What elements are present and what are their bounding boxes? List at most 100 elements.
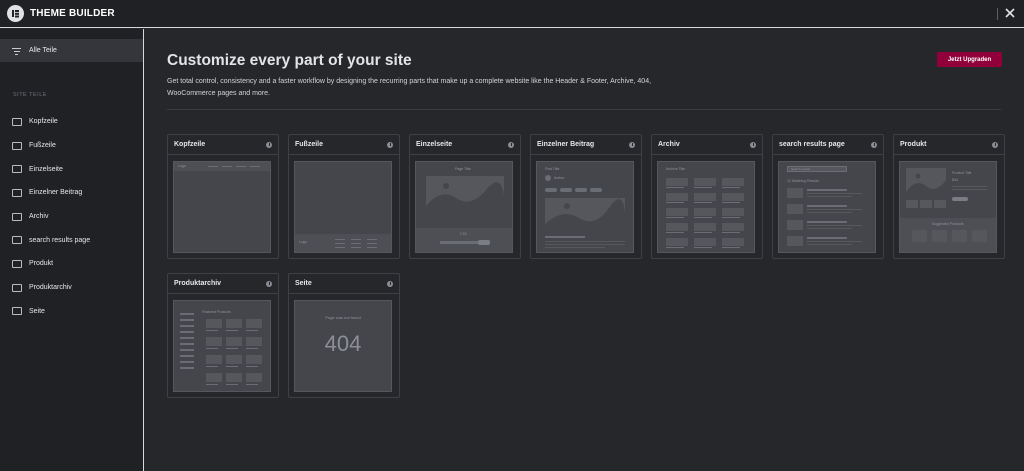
sidebar-item-label: Archiv xyxy=(29,213,49,221)
thumb-block xyxy=(206,337,222,346)
card-product[interactable]: Produkt Product Title $44 Suggested Prod… xyxy=(893,134,1005,259)
thumb-logo-text: Logo xyxy=(299,240,307,244)
thumb-block xyxy=(694,187,712,188)
thumb-block xyxy=(226,366,238,367)
info-icon[interactable] xyxy=(750,141,756,148)
sidebar-item-footer[interactable]: Fußzeile xyxy=(0,134,143,158)
thumb-block xyxy=(912,230,927,242)
thumb-block xyxy=(972,230,987,242)
thumb-block xyxy=(722,178,744,186)
card-single-page[interactable]: Einzelseite Page Title CTA xyxy=(409,134,521,259)
sidebar-item-product[interactable]: Produkt xyxy=(0,252,143,276)
info-icon[interactable] xyxy=(266,141,272,148)
sidebar-item-all-parts[interactable]: Alle Teile xyxy=(0,39,143,62)
thumb-block xyxy=(666,232,684,233)
thumb-block xyxy=(226,384,238,385)
info-icon[interactable] xyxy=(508,141,514,148)
thumb-block xyxy=(226,355,242,364)
thumb-block xyxy=(246,348,258,349)
card-title: Seite xyxy=(295,280,312,287)
info-icon[interactable] xyxy=(992,141,998,148)
card-page[interactable]: Seite Page was not found 404 xyxy=(288,273,400,398)
upgrade-button[interactable]: Jetzt Upgraden xyxy=(937,52,1002,67)
thumb-block xyxy=(722,223,744,231)
sidebar-item-header[interactable]: Kopfzeile xyxy=(0,110,143,134)
thumb-block xyxy=(722,202,740,203)
thumb-block xyxy=(666,223,688,231)
thumb-image-placeholder xyxy=(426,176,504,214)
thumb-block xyxy=(694,238,716,246)
sidebar-item-label: Seite xyxy=(29,307,45,315)
thumb-block xyxy=(694,178,716,186)
thumb-block xyxy=(932,230,947,242)
card-title: Produkt xyxy=(900,141,927,148)
thumb-block xyxy=(206,348,218,349)
card-footer[interactable]: Fußzeile Logo xyxy=(288,134,400,259)
close-icon[interactable] xyxy=(1003,6,1017,20)
thumb-block xyxy=(206,373,222,382)
card-product-archive[interactable]: Produktarchiv Featured Products xyxy=(167,273,279,398)
thumb-block xyxy=(206,319,222,328)
info-icon[interactable] xyxy=(629,141,635,148)
info-icon[interactable] xyxy=(387,141,393,148)
search-results-icon xyxy=(12,236,22,245)
thumb-block xyxy=(246,337,262,346)
thumb-block xyxy=(666,193,688,201)
thumb-block xyxy=(722,247,740,248)
card-archive[interactable]: Archiv Archive Title xyxy=(651,134,763,259)
sidebar-item-label: Einzelseite xyxy=(29,165,63,173)
sidebar-item-archive[interactable]: Archiv xyxy=(0,205,143,229)
sidebar-list: Kopfzeile Fußzeile Einzelseite Einzelner… xyxy=(0,110,143,323)
thumb-block xyxy=(722,208,744,216)
card-title: Archiv xyxy=(658,141,680,148)
archive-icon xyxy=(12,212,22,221)
thumb-block xyxy=(180,325,194,327)
thumb-block xyxy=(246,355,262,364)
elementor-logo-icon xyxy=(7,5,24,22)
sidebar-item-label: search results page xyxy=(29,236,91,244)
thumb-block xyxy=(787,188,803,198)
thumb-matching-text: 12 Matching Results xyxy=(787,179,819,183)
thumb-block xyxy=(226,337,242,346)
sidebar-item-label: Alle Teile xyxy=(29,47,57,54)
thumb-block xyxy=(807,221,847,223)
thumb-block xyxy=(180,319,194,321)
card-search-results[interactable]: search results page Search results 12 Ma… xyxy=(772,134,884,259)
info-icon[interactable] xyxy=(266,280,272,287)
sidebar-item-label: Produkt xyxy=(29,260,54,268)
footer-icon xyxy=(12,141,22,150)
thumb-block xyxy=(206,384,218,385)
card-title: search results page xyxy=(779,141,845,148)
info-icon[interactable] xyxy=(871,141,877,148)
thumb-block xyxy=(666,217,684,218)
thumb-block xyxy=(807,225,862,226)
top-divider xyxy=(997,8,998,20)
page-icon xyxy=(12,307,22,316)
card-title: Einzelner Beitrag xyxy=(537,141,595,148)
thumb-block xyxy=(180,313,194,315)
thumb-block xyxy=(807,189,847,191)
thumb-block xyxy=(180,361,194,363)
divider xyxy=(167,109,1001,110)
sidebar-item-search-results[interactable]: search results page xyxy=(0,228,143,252)
card-thumbnail: Search results 12 Matching Results xyxy=(778,161,876,253)
sidebar-item-page[interactable]: Seite xyxy=(0,300,143,324)
page-description: Get total control, consistency and a fas… xyxy=(167,78,652,97)
card-thumbnail: Page was not found 404 xyxy=(294,300,392,392)
thumb-block xyxy=(246,319,262,328)
thumb-block xyxy=(722,193,744,201)
card-header[interactable]: Kopfzeile Logo xyxy=(167,134,279,259)
thumb-block xyxy=(787,204,803,214)
thumb-cta-text: CTA xyxy=(460,232,467,236)
main-content: Customize every part of your site Jetzt … xyxy=(145,29,1024,471)
card-single-post[interactable]: Einzelner Beitrag Post Title Author xyxy=(530,134,642,259)
sidebar-item-single-post[interactable]: Einzelner Beitrag xyxy=(0,181,143,205)
sidebar-item-product-archive[interactable]: Produktarchiv xyxy=(0,276,143,300)
thumb-block xyxy=(180,343,194,345)
thumb-product-title-text: Product Title xyxy=(952,171,972,175)
thumb-block xyxy=(666,187,684,188)
info-icon[interactable] xyxy=(387,280,393,287)
filter-icon xyxy=(12,47,21,55)
thumb-block xyxy=(694,217,712,218)
sidebar-item-single-page[interactable]: Einzelseite xyxy=(0,157,143,181)
